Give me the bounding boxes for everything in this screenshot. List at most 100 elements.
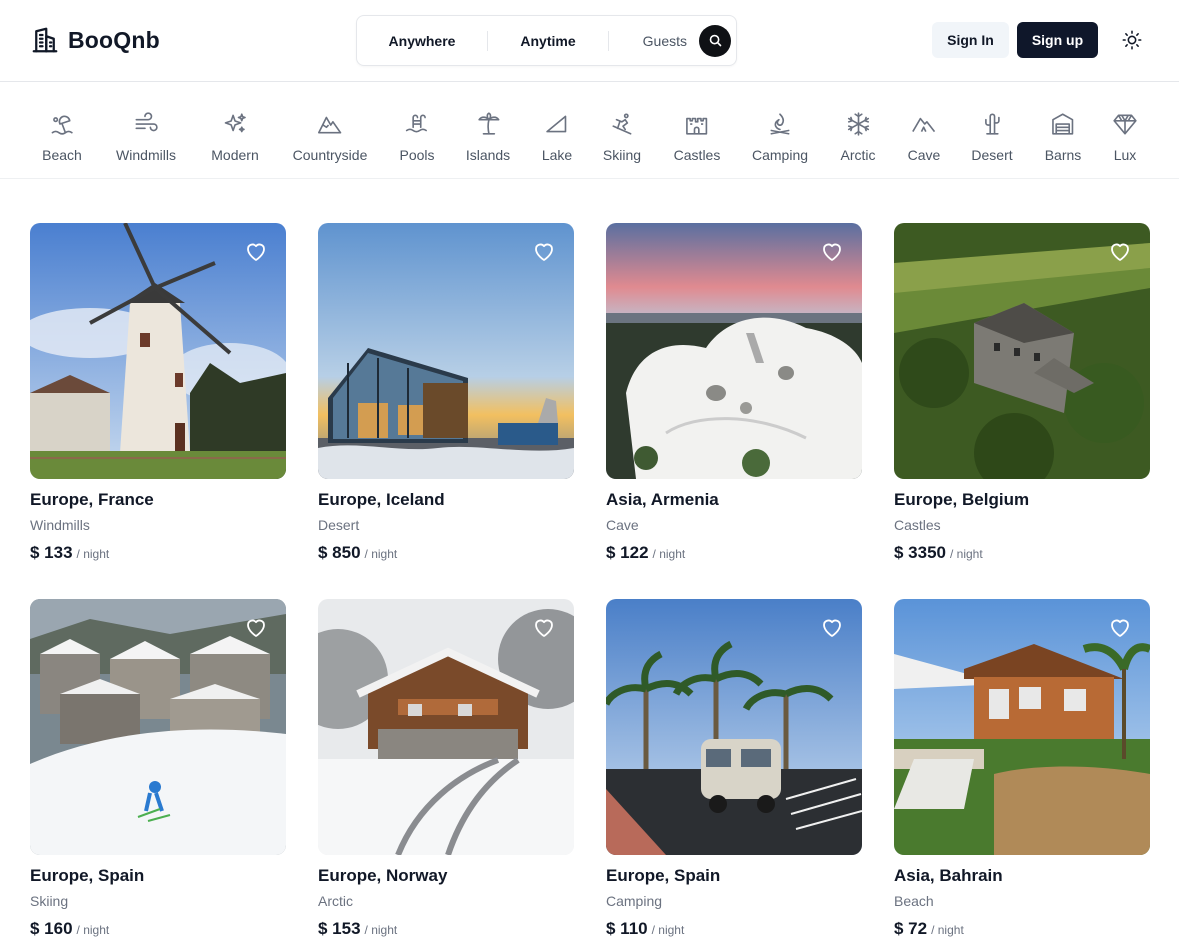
category-label: Barns — [1044, 147, 1082, 163]
listing-card[interactable]: Asia, Armenia Cave $ 122 / night — [606, 223, 862, 563]
listing-price-row: $ 122 / night — [606, 543, 862, 563]
listing-photo[interactable] — [606, 223, 862, 479]
listing-price-row: $ 110 / night — [606, 919, 862, 939]
listing-price: $ 160 — [30, 919, 73, 938]
listing-card[interactable]: Asia, Bahrain Beach $ 72 / night — [894, 599, 1150, 939]
search-anywhere[interactable]: Anywhere — [357, 33, 487, 49]
listing-card[interactable]: Europe, Belgium Castles $ 3350 / night — [894, 223, 1150, 563]
sun-icon — [1122, 30, 1142, 50]
category-label: Desert — [971, 147, 1013, 163]
category-label: Camping — [751, 147, 809, 163]
category-camping[interactable]: Camping — [752, 82, 808, 179]
category-countryside[interactable]: Countryside — [293, 82, 367, 179]
heart-icon[interactable] — [1108, 240, 1132, 264]
category-pools[interactable]: Pools — [399, 82, 435, 179]
beach-icon — [51, 115, 73, 135]
listing-category: Camping — [606, 893, 663, 909]
listing-photo[interactable] — [894, 599, 1150, 855]
sign-up-button[interactable]: Sign up — [1017, 22, 1098, 58]
listing-category: Windmills — [30, 517, 90, 533]
listing-category: Beach — [894, 893, 934, 909]
listing-category: Desert — [318, 517, 360, 533]
listing-photo[interactable] — [30, 599, 286, 855]
listing-location: Europe, Spain — [30, 866, 145, 885]
listing-category: Cave — [606, 517, 639, 533]
sign-in-button[interactable]: Sign In — [932, 22, 1009, 58]
category-beach[interactable]: Beach — [42, 82, 82, 179]
listing-card[interactable]: Europe, France Windmills $ 133 / night — [30, 223, 286, 563]
category-castles[interactable]: Castles — [673, 82, 721, 179]
category-label: Castles — [673, 147, 721, 163]
listing-location: Europe, Norway — [318, 866, 448, 885]
search-icon — [709, 34, 721, 47]
category-label: Skiing — [602, 147, 642, 163]
wind-icon — [135, 112, 158, 132]
listing-price-unit: / night — [364, 547, 398, 561]
brand-logo[interactable]: BooQnb — [30, 24, 160, 56]
listing-location: Asia, Armenia — [606, 490, 719, 509]
category-label: Modern — [211, 147, 259, 163]
listing-price-unit: / night — [950, 547, 983, 561]
heart-icon[interactable] — [532, 240, 556, 264]
listing-category: Arctic — [318, 893, 353, 909]
search-anytime[interactable]: Anytime — [488, 33, 608, 49]
listing-price-unit: / night — [76, 547, 110, 561]
listing-price: $ 850 — [318, 543, 361, 562]
category-lux[interactable]: Lux — [1112, 82, 1138, 179]
listing-price-unit: / night — [364, 923, 398, 937]
pool-icon — [405, 114, 427, 133]
skiing-icon — [612, 113, 632, 135]
listing-price: $ 72 — [894, 919, 928, 938]
heart-icon[interactable] — [244, 616, 268, 640]
sparkles-icon — [224, 113, 246, 133]
castle-icon — [686, 117, 708, 135]
listing-photo[interactable] — [318, 599, 574, 855]
category-label: Pools — [399, 147, 435, 163]
heart-icon[interactable] — [1108, 616, 1132, 640]
heart-icon[interactable] — [820, 616, 844, 640]
category-skiing[interactable]: Skiing — [603, 82, 641, 179]
listing-photo[interactable] — [606, 599, 862, 855]
listing-category: Castles — [894, 517, 941, 533]
listing-price: $ 110 — [606, 919, 648, 938]
search-bar[interactable]: Anywhere Anytime Guests — [356, 15, 737, 66]
listing-photo[interactable] — [318, 223, 574, 479]
heart-icon[interactable] — [820, 240, 844, 264]
category-desert[interactable]: Desert — [971, 82, 1013, 179]
listing-price: $ 153 — [318, 919, 361, 938]
category-barns[interactable]: Barns — [1044, 82, 1082, 179]
listing-price-row: $ 153 / night — [318, 919, 574, 939]
category-label: Arctic — [840, 147, 876, 163]
listing-price-unit: / night — [76, 923, 110, 937]
category-lake[interactable]: Lake — [542, 82, 572, 179]
search-button[interactable] — [699, 24, 731, 57]
category-label: Lake — [541, 147, 573, 163]
heart-icon[interactable] — [532, 616, 556, 640]
category-modern[interactable]: Modern — [211, 82, 259, 179]
listing-price: $ 3350 — [894, 543, 946, 562]
barn-icon — [1052, 113, 1074, 135]
listing-price-row: $ 3350 / night — [894, 543, 1150, 563]
listing-price-row: $ 160 / night — [30, 919, 286, 939]
building-icon — [32, 27, 58, 53]
listing-price: $ 122 — [606, 543, 649, 562]
heart-icon[interactable] — [244, 240, 268, 264]
listing-card[interactable]: Europe, Norway Arctic $ 153 / night — [318, 599, 574, 939]
listing-card[interactable]: Europe, Iceland Desert $ 850 / night — [318, 223, 574, 563]
cave-icon — [912, 117, 936, 133]
listing-card[interactable]: Europe, Spain Camping $ 110 / night — [606, 599, 862, 939]
search-guests[interactable]: Guests — [609, 33, 699, 49]
lake-icon — [546, 115, 567, 133]
category-windmills[interactable]: Windmills — [116, 82, 176, 179]
category-cave[interactable]: Cave — [908, 82, 940, 179]
listing-photo[interactable] — [30, 223, 286, 479]
listing-price-unit: / night — [652, 547, 686, 561]
category-label: Islands — [465, 147, 511, 163]
listing-photo[interactable] — [894, 223, 1150, 479]
listing-card[interactable]: Europe, Spain Skiing $ 160 / night — [30, 599, 286, 939]
listing-price-row: $ 133 / night — [30, 543, 286, 563]
category-islands[interactable]: Islands — [466, 82, 510, 179]
category-arctic[interactable]: Arctic — [841, 82, 876, 179]
snowflake-icon — [847, 112, 869, 136]
theme-toggle[interactable] — [1119, 27, 1145, 53]
